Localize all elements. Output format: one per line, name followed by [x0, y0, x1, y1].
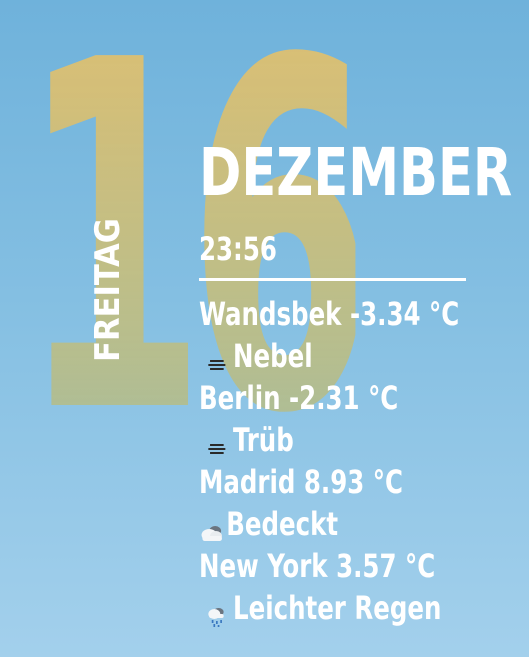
- fog-icon: [206, 344, 228, 370]
- date-weather-widget: 16 FREITAG DEZEMBER 23:56 Wandsbek -3.34…: [0, 0, 529, 657]
- weather-condition-label: Trüb: [233, 421, 294, 459]
- rain-cloud-icon: [206, 596, 228, 627]
- weather-condition: Leichter Regen: [199, 587, 471, 629]
- weather-condition-label: Bedeckt: [226, 505, 339, 543]
- weather-city-temp: Berlin -2.31 °C: [199, 379, 399, 417]
- weather-city-temp: Madrid 8.93 °C: [199, 463, 403, 501]
- weather-condition-label: Leichter Regen: [233, 589, 442, 627]
- weather-condition: Nebel: [199, 335, 471, 377]
- cloud-icon: [199, 512, 222, 541]
- fog-icon: [206, 428, 228, 454]
- weather-condition: Bedeckt: [199, 503, 471, 545]
- month-label: DEZEMBER: [199, 134, 513, 211]
- divider: [199, 278, 466, 281]
- weekday-label: FREITAG: [88, 218, 128, 362]
- weather-list: Wandsbek -3.34 °C Nebel Berlin -2.31 °C …: [199, 293, 519, 629]
- weather-city-temp: New York 3.57 °C: [199, 547, 436, 585]
- weather-condition-label: Nebel: [233, 337, 313, 375]
- clock-time: 23:56: [199, 230, 277, 268]
- weather-condition: Trüb: [199, 419, 471, 461]
- weather-city-temp: Wandsbek -3.34 °C: [199, 295, 460, 333]
